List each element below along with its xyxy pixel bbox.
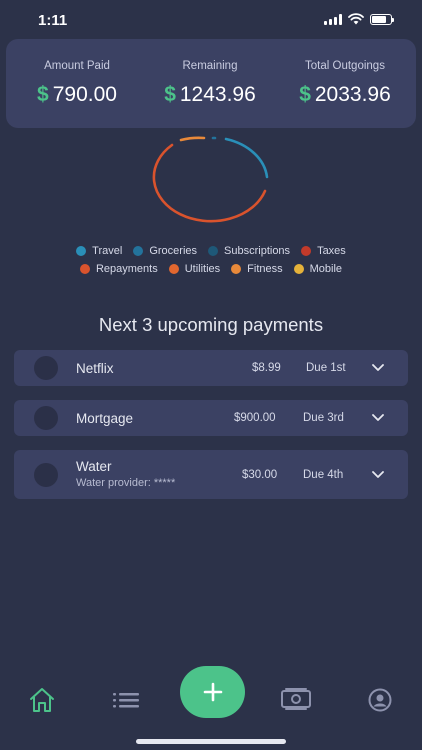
payment-checkbox[interactable] (34, 406, 58, 430)
legend-dot (168, 264, 179, 274)
remaining-number: 1243.96 (179, 83, 256, 106)
amount-paid-value: $790.00 (12, 83, 142, 107)
legend-item-groceries: Groceries (133, 245, 197, 257)
payment-amount: $900.00 (234, 412, 276, 424)
payment-row-netflix[interactable]: Netflix $8.99 Due 1st (14, 350, 408, 386)
profile-icon[interactable] (368, 688, 392, 712)
total-outgoings-label: Total Outgoings (305, 60, 385, 72)
donut-arc-taxes (152, 143, 267, 223)
legend-row: Repayments Utilities Fitness Mobile (0, 263, 422, 275)
payment-name: Netflix (76, 361, 114, 376)
legend-label: Repayments (95, 263, 158, 275)
section-title: Next 3 upcoming payments (98, 314, 324, 335)
donut-arc-subscriptions (224, 137, 269, 179)
payment-amount: $8.99 (252, 362, 281, 374)
summary-card: Amount Paid $790.00 Remaining $1243.96 T… (6, 39, 416, 128)
legend-label: Groceries (149, 245, 198, 257)
legend-dot (301, 246, 312, 256)
battery-icon (370, 13, 394, 25)
home-icon[interactable] (28, 687, 56, 713)
home-indicator (136, 739, 286, 744)
amount-paid-label: Amount Paid (44, 60, 110, 72)
total-outgoings-value: $2033.96 (280, 83, 410, 107)
legend-label: Utilities (184, 263, 221, 275)
legend-label: Subscriptions (224, 245, 291, 257)
legend-dot (293, 264, 304, 274)
payment-row-mortgage[interactable]: Mortgage $900.00 Due 3rd (14, 400, 408, 436)
currency-symbol: $ (37, 83, 49, 106)
chevron-down-icon[interactable] (371, 470, 385, 480)
legend-item-taxes: Taxes (301, 245, 346, 257)
legend-dot (133, 246, 144, 256)
legend-item-utilities: Utilities (168, 263, 221, 275)
legend-label: Travel (92, 245, 123, 257)
plus-icon (203, 682, 222, 702)
payment-checkbox[interactable] (34, 463, 58, 487)
add-payment-button[interactable] (180, 666, 245, 718)
remaining-value: $1243.96 (145, 83, 275, 107)
payment-name: Mortgage (76, 411, 134, 426)
status-bar: 1:11 (0, 0, 422, 40)
currency-symbol: $ (164, 83, 176, 106)
wifi-icon (348, 13, 364, 25)
payment-due: Due 1st (306, 362, 346, 374)
signal-icon (324, 13, 342, 25)
legend-item-travel: Travel (76, 245, 122, 257)
legend-dot (79, 264, 90, 274)
status-icons (324, 13, 394, 25)
money-icon[interactable] (281, 687, 311, 711)
payment-row-water[interactable]: Water Water provider: ***** $30.00 Due 4… (14, 450, 408, 499)
payment-amount: $30.00 (242, 469, 278, 481)
donut-arc-fitness (179, 136, 206, 142)
payment-due: Due 4th (303, 469, 344, 481)
legend-item-subscriptions: Subscriptions (208, 245, 290, 257)
chevron-down-icon[interactable] (371, 363, 385, 373)
legend-label: Fitness (247, 263, 283, 275)
status-time: 1:11 (38, 12, 68, 29)
payment-name: Water (76, 459, 112, 474)
payment-checkbox[interactable] (34, 356, 58, 380)
list-icon[interactable] (113, 691, 139, 709)
legend-row: Travel Groceries Subscriptions Taxes (0, 245, 422, 257)
legend-item-fitness: Fitness (231, 263, 283, 275)
chevron-down-icon[interactable] (371, 413, 385, 423)
legend-dot (231, 264, 242, 274)
total-outgoings-number: 2033.96 (314, 83, 391, 106)
legend-label: Mobile (309, 263, 343, 275)
legend-item-mobile: Mobile (293, 263, 343, 275)
payment-due: Due 3rd (303, 412, 344, 424)
legend-item-repayments: Repayments (79, 263, 158, 275)
payment-subtitle: Water provider: ***** (76, 477, 176, 489)
currency-symbol: $ (299, 83, 311, 106)
legend-label: Taxes (317, 245, 346, 257)
amount-paid-number: 790.00 (52, 83, 117, 106)
legend-dot (208, 246, 219, 256)
legend-dot (76, 246, 87, 256)
spending-donut-chart (152, 136, 269, 223)
remaining-label: Remaining (182, 60, 238, 72)
